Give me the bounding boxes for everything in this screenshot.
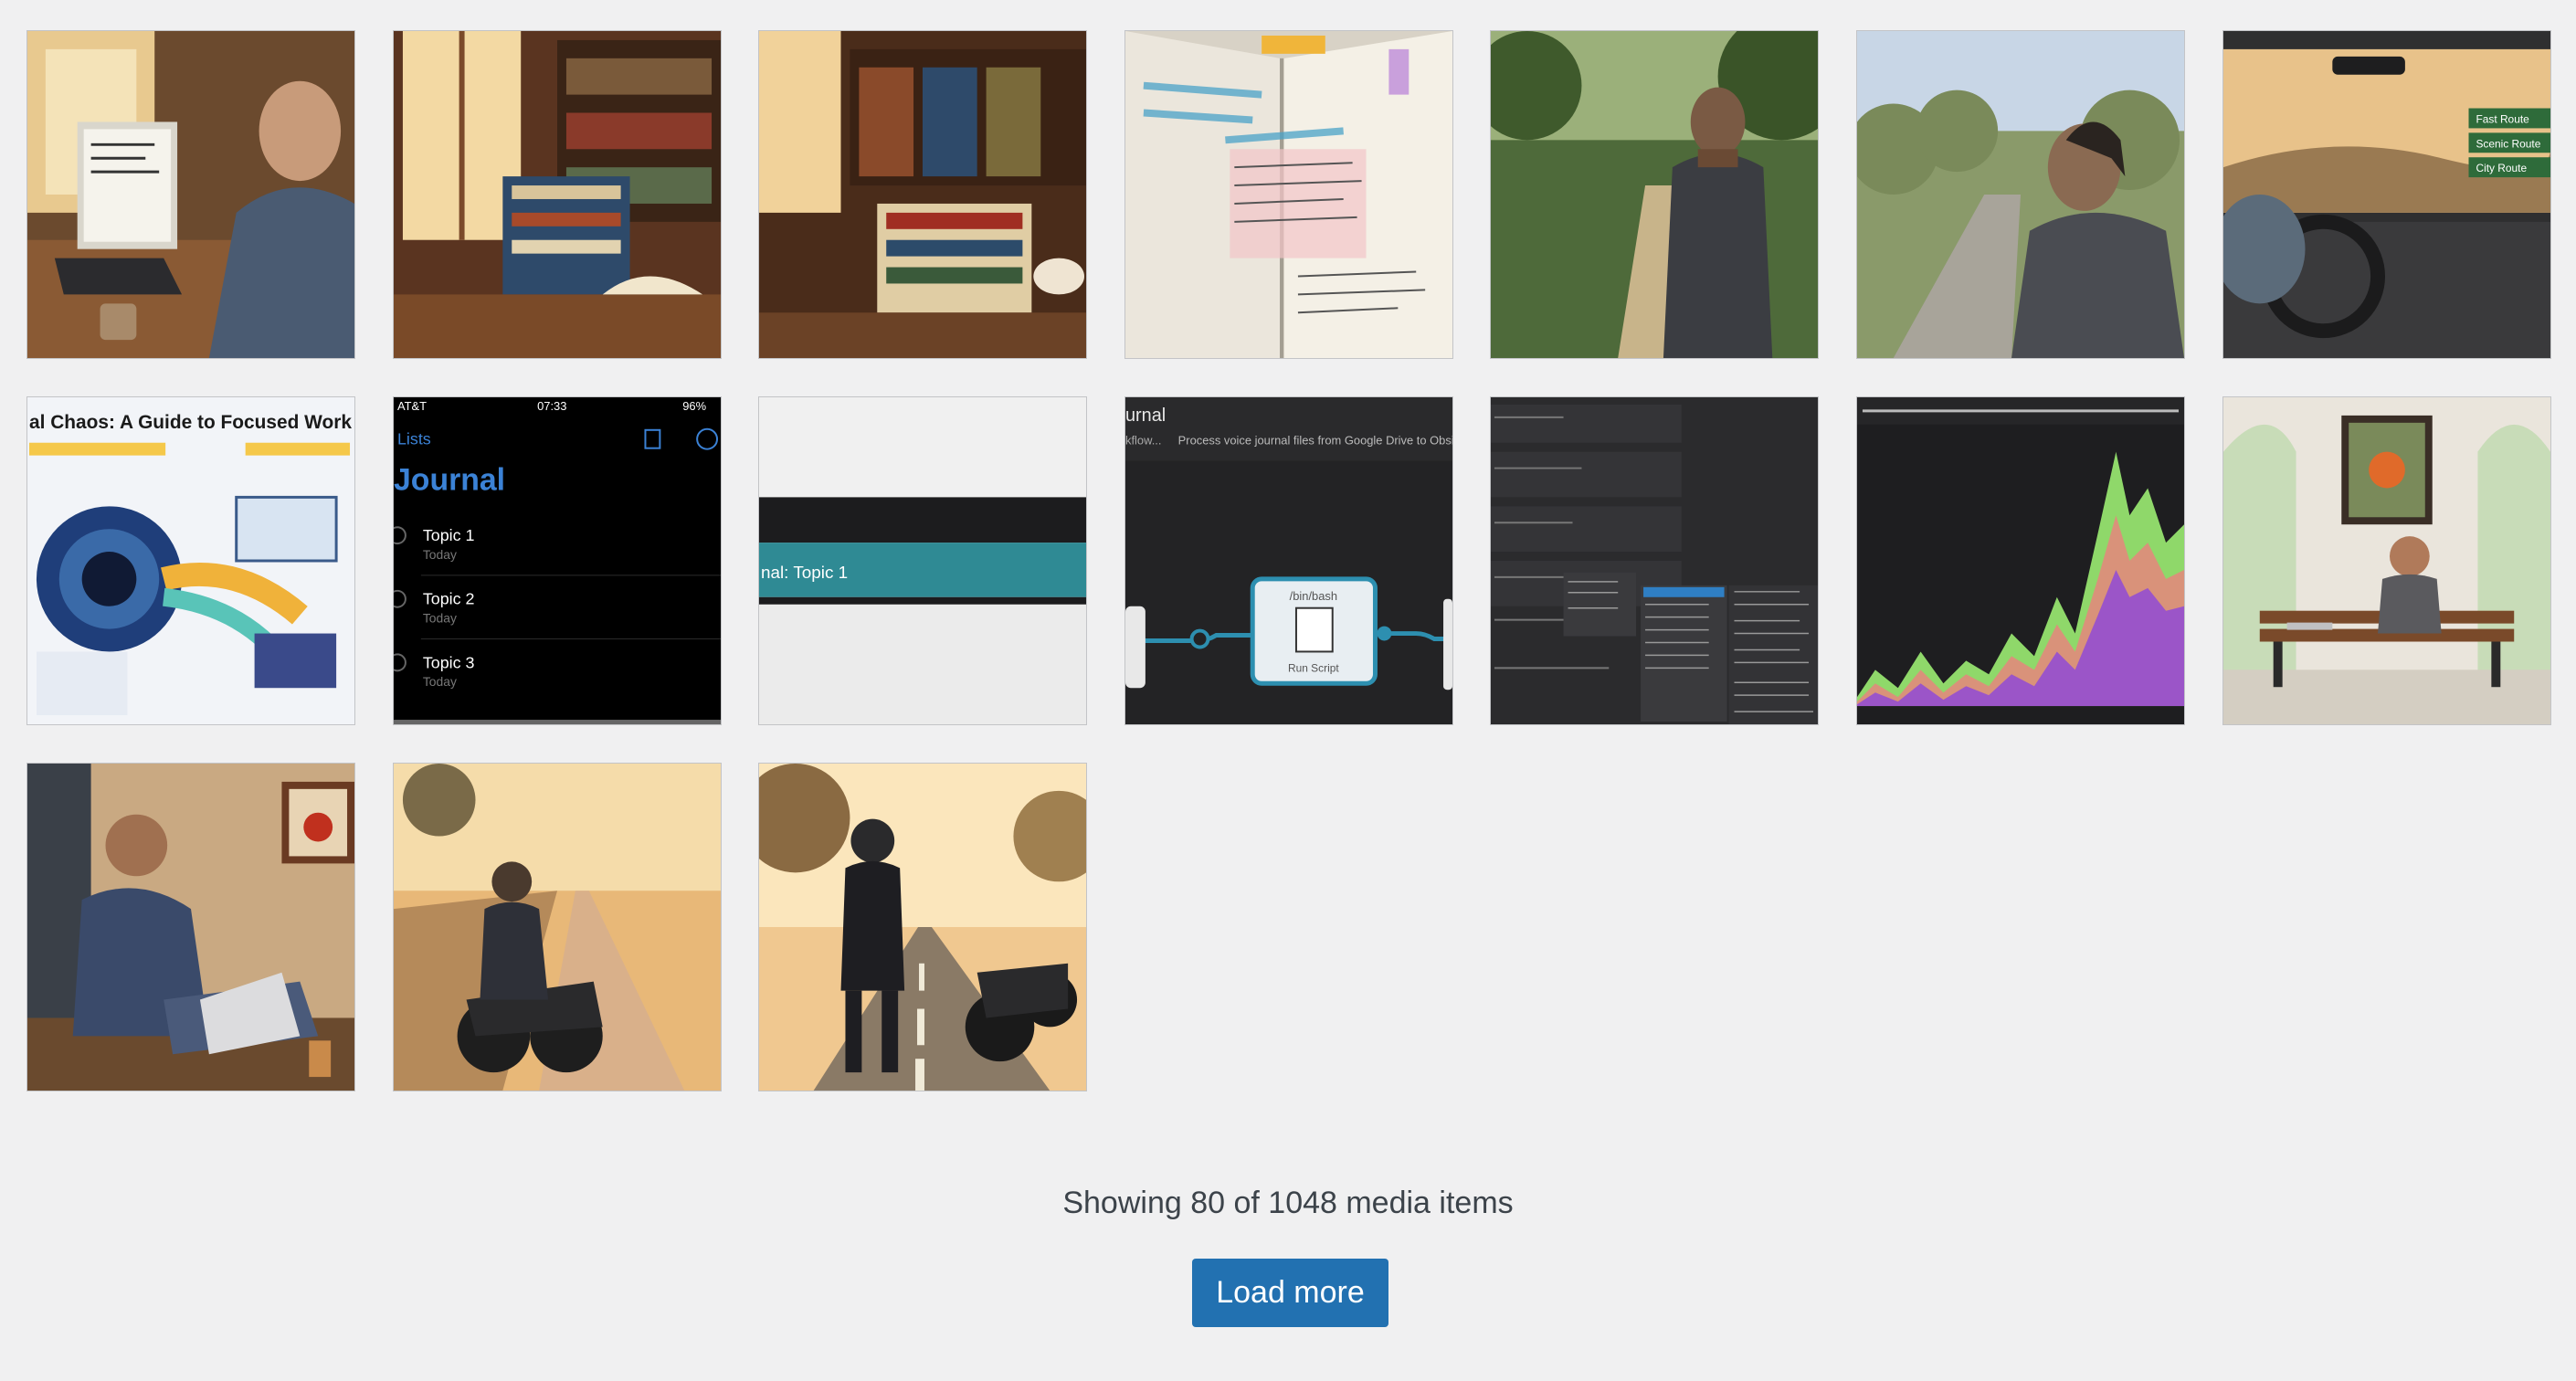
media-item-rider-with-motorcycle[interactable] [393, 763, 722, 1091]
rider-with-motorcycle-image [394, 764, 721, 1091]
workflow-description: Process voice journal files from Google … [1178, 434, 1452, 448]
media-item-journal-notes[interactable]: AT&T 07:33 96% Lists Journal Topic 1 Tod… [393, 396, 722, 725]
media-item-books-by-window[interactable] [393, 30, 722, 359]
man-on-road-image [1857, 31, 2184, 358]
notes-item-2-title: Topic 2 [423, 590, 475, 608]
workflow-editor-image: urnal kflow... Process voice journal fil… [1125, 397, 1452, 724]
notes-battery: 96% [682, 399, 706, 413]
journal-notes-image: AT&T 07:33 96% Lists Journal Topic 1 Tod… [394, 397, 721, 724]
media-item-topic-crop[interactable]: nal: Topic 1 [758, 396, 1087, 725]
notes-carrier: AT&T [397, 399, 427, 413]
man-at-laptop-image [27, 31, 354, 358]
media-item-man-at-laptop[interactable] [26, 30, 355, 359]
route-sign-1: Fast Route [2476, 112, 2529, 125]
notes-item-3-date: Today [423, 674, 457, 689]
notes-heading: Journal [394, 462, 505, 497]
media-item-usage-chart[interactable] [1856, 396, 2185, 725]
rider-on-road-image [759, 764, 1086, 1091]
route-sign-3: City Route [2476, 162, 2527, 174]
node-title: /bin/bash [1290, 589, 1337, 603]
man-on-path-image [1491, 31, 1818, 358]
route-sign-2: Scenic Route [2476, 137, 2540, 150]
notes-item-3-title: Topic 3 [423, 653, 475, 671]
topic-crop-image: nal: Topic 1 [759, 397, 1086, 724]
media-item-driving-car[interactable]: Fast Route Scenic Route City Route [2222, 30, 2551, 359]
media-count-status: Showing 80 of 1048 media items [1062, 1186, 1514, 1220]
media-item-man-on-road[interactable] [1856, 30, 2185, 359]
media-item-man-on-path[interactable] [1490, 30, 1819, 359]
media-item-workflow-editor[interactable]: urnal kflow... Process voice journal fil… [1124, 396, 1453, 725]
man-thinking-image [27, 764, 354, 1091]
media-item-book-stack[interactable] [758, 30, 1087, 359]
alfred-menu-image [1491, 397, 1818, 724]
topic-crop-label: nal: Topic 1 [761, 564, 848, 583]
driving-car-image: Fast Route Scenic Route City Route [2223, 31, 2550, 358]
infographic-image: al Chaos: A Guide to Focused Work & Inte… [27, 397, 354, 724]
notes-back-link: Lists [397, 430, 431, 448]
notes-item-1-date: Today [423, 547, 457, 562]
notes-time: 07:33 [537, 399, 566, 413]
notes-item-1-title: Topic 1 [423, 526, 475, 544]
notes-item-2-date: Today [423, 611, 457, 626]
script-icon [1294, 606, 1334, 653]
media-item-man-thinking[interactable] [26, 763, 355, 1091]
annotated-book-image [1125, 31, 1452, 358]
usage-chart-image [1857, 397, 2184, 724]
media-item-man-on-bench[interactable] [2222, 396, 2551, 725]
infographic-title: al Chaos: A Guide to Focused Work & Inte… [29, 412, 354, 433]
workflow-subtitle: kflow... [1125, 434, 1161, 448]
media-item-rider-on-road[interactable] [758, 763, 1087, 1091]
node-label: Run Script [1288, 661, 1339, 674]
load-more-button[interactable]: Load more [1192, 1259, 1388, 1327]
media-item-alfred-menu[interactable] [1490, 396, 1819, 725]
media-item-infographic[interactable]: al Chaos: A Guide to Focused Work & Inte… [26, 396, 355, 725]
book-stack-image [759, 31, 1086, 358]
books-by-window-image [394, 31, 721, 358]
media-item-annotated-book[interactable] [1124, 30, 1453, 359]
media-grid: Fast Route Scenic Route City Route al Ch… [0, 0, 2576, 1114]
man-on-bench-image [2223, 397, 2550, 724]
workflow-title: urnal [1125, 406, 1166, 426]
